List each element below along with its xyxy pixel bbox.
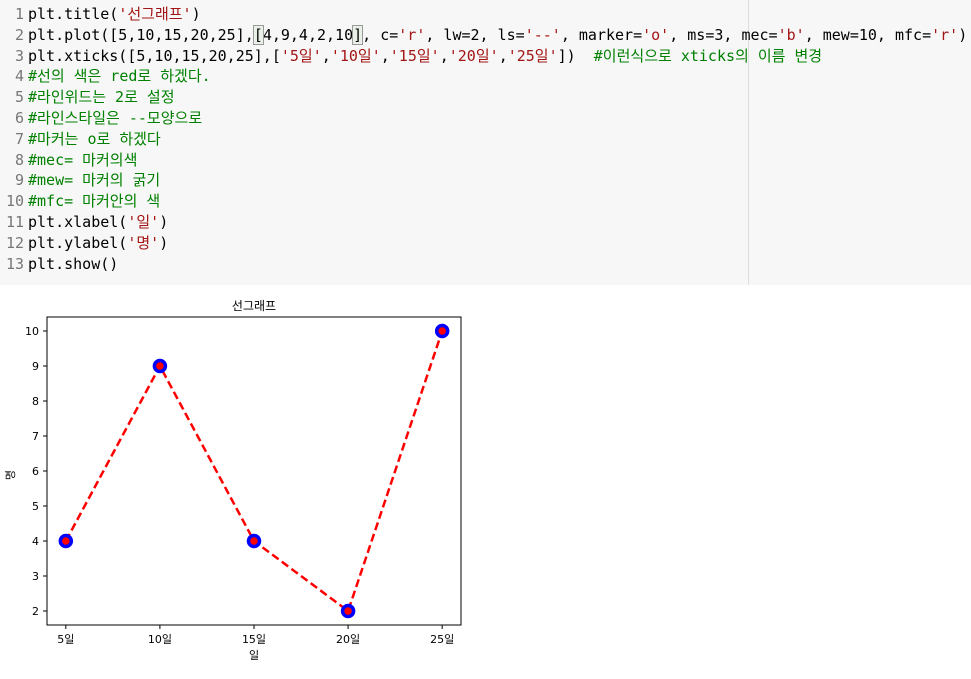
data-point-marker bbox=[152, 358, 168, 374]
code-token: #마커는 o로 하겠다 bbox=[28, 129, 161, 148]
code-line[interactable]: 3 plt.xticks([5,10,15,20,25],['5일','10일',… bbox=[0, 46, 822, 67]
code-token: #라인위드는 2로 설정 bbox=[28, 88, 175, 107]
code-token: 'o' bbox=[642, 25, 670, 44]
output-area: 선그래프 일 명 2 3 4 5 6 7 8 9 10 5일 10일 15일 20일 25일 bbox=[0, 285, 971, 675]
code-token: '명' bbox=[127, 233, 160, 252]
code-token: '일' bbox=[127, 213, 160, 231]
code-token: ) bbox=[958, 25, 968, 44]
line-number: 8 bbox=[14, 150, 24, 169]
code-token: , bbox=[380, 46, 390, 65]
code-line[interactable]: 10 #mfc= 마커안의 색 bbox=[0, 191, 160, 212]
data-point-marker bbox=[340, 603, 356, 619]
code-cell[interactable]: 1 plt.title('선그래프') 2 plt.plot([5,10,15,20,… bbox=[0, 0, 971, 285]
code-token: , bbox=[498, 46, 508, 65]
code-line[interactable]: 2 plt.plot([5,10,15,20,25],[4,9,4,2,10], … bbox=[0, 24, 968, 46]
code-token: ) bbox=[159, 233, 169, 252]
code-line[interactable]: 11 plt.xlabel('일') bbox=[0, 212, 168, 233]
code-line[interactable]: 9 #mew= 마커의 굵기 bbox=[0, 170, 160, 191]
line-number: 5 bbox=[14, 88, 24, 107]
line-number: 12 bbox=[5, 233, 24, 252]
line-number: 6 bbox=[14, 109, 24, 127]
y-tick-label: 5 bbox=[32, 500, 39, 513]
plot-frame bbox=[46, 316, 462, 626]
y-tick-label: 7 bbox=[32, 430, 39, 443]
code-token: plt.show() bbox=[28, 254, 119, 273]
code-token: '20일' bbox=[448, 46, 499, 65]
line-number: 1 bbox=[14, 5, 24, 23]
code-token: , ms=3, mec= bbox=[669, 25, 778, 44]
code-token: , marker= bbox=[560, 25, 643, 44]
line-number: 3 bbox=[14, 46, 24, 65]
code-token: '--' bbox=[524, 25, 561, 44]
code-token: plt.xticks([5,10,15,20,25],[ bbox=[28, 46, 281, 65]
x-tick-label: 20일 bbox=[336, 632, 360, 646]
code-line[interactable]: 6 #라인스타일은 --모양으로 bbox=[0, 108, 202, 129]
code-token: #이런식으로 xticks의 이름 변경 bbox=[593, 46, 823, 65]
line-number: 9 bbox=[14, 171, 24, 190]
code-token: ]) bbox=[557, 46, 594, 65]
data-point-marker bbox=[58, 533, 74, 549]
code-token: ) bbox=[159, 213, 169, 231]
code-line[interactable]: 13 plt.show() bbox=[0, 254, 118, 275]
y-axis-label: 명 bbox=[4, 470, 17, 480]
code-token: plt.xlabel( bbox=[28, 213, 128, 231]
code-token: #mec= 마커의색 bbox=[28, 150, 138, 169]
code-token: , c= bbox=[362, 25, 399, 44]
code-line[interactable]: 4 #선의 색은 red로 하겠다. bbox=[0, 66, 211, 87]
code-token: #선의 색은 red로 하겠다. bbox=[28, 67, 211, 86]
y-tick-label: 10 bbox=[25, 325, 39, 338]
code-token: ) bbox=[191, 5, 201, 23]
code-token: '10일' bbox=[330, 46, 381, 65]
code-token: ] bbox=[352, 24, 364, 45]
code-token: , mew=10, mfc= bbox=[804, 25, 932, 44]
code-token: #라인스타일은 --모양으로 bbox=[28, 109, 203, 127]
code-token: plt.plot([5,10,15,20,25], bbox=[28, 25, 254, 44]
code-token: plt.title( bbox=[28, 5, 119, 23]
y-tick-label: 4 bbox=[32, 535, 39, 548]
code-token: 'r' bbox=[931, 25, 959, 44]
code-token: 'r' bbox=[398, 25, 426, 44]
y-tick-label: 2 bbox=[32, 605, 39, 618]
x-tick-label: 10일 bbox=[148, 632, 172, 646]
chart-title: 선그래프 bbox=[232, 299, 276, 313]
code-token: '25일' bbox=[507, 46, 558, 65]
line-number: 10 bbox=[5, 192, 24, 211]
code-token: #mew= 마커의 굵기 bbox=[28, 171, 161, 190]
code-token: '5일' bbox=[280, 46, 322, 65]
x-tick-label: 5일 bbox=[57, 632, 74, 646]
code-token: [ bbox=[252, 24, 264, 45]
line-number: 4 bbox=[14, 67, 24, 86]
x-tick-label: 15일 bbox=[242, 632, 266, 646]
code-token: '15일' bbox=[389, 46, 440, 65]
data-point-marker bbox=[246, 533, 262, 549]
y-tick-label: 3 bbox=[32, 570, 39, 583]
y-tick-label: 6 bbox=[32, 465, 39, 478]
y-tick-label: 8 bbox=[32, 395, 39, 408]
x-tick-label: 25일 bbox=[430, 632, 454, 646]
code-token: 4,9,4,2,10 bbox=[262, 25, 354, 44]
code-line[interactable]: 7 #마커는 o로 하겠다 bbox=[0, 129, 161, 150]
line-number: 13 bbox=[5, 254, 24, 273]
data-point-marker bbox=[434, 323, 450, 339]
line-chart: 선그래프 일 명 2 3 4 5 6 7 8 9 10 5일 10일 15일 20일 25일 bbox=[4, 299, 462, 662]
code-line[interactable]: 8 #mec= 마커의색 bbox=[0, 150, 137, 171]
x-axis-label: 일 bbox=[249, 648, 259, 662]
code-token: , lw=2, ls= bbox=[425, 25, 525, 44]
y-tick-label: 9 bbox=[32, 360, 39, 373]
code-token: plt.ylabel( bbox=[28, 233, 128, 252]
code-line[interactable]: 5 #라인위드는 2로 설정 bbox=[0, 87, 175, 108]
code-line[interactable]: 1 plt.title('선그래프') bbox=[0, 4, 201, 25]
line-number: 11 bbox=[5, 213, 24, 231]
code-line[interactable]: 12 plt.ylabel('명') bbox=[0, 233, 168, 254]
code-token: 'b' bbox=[777, 25, 805, 44]
line-number: 7 bbox=[14, 129, 24, 148]
code-token: '선그래프' bbox=[118, 5, 192, 23]
code-token: #mfc= 마커안의 색 bbox=[28, 192, 161, 211]
line-number: 2 bbox=[14, 25, 24, 44]
code-token: , bbox=[321, 46, 331, 65]
code-token: , bbox=[439, 46, 449, 65]
